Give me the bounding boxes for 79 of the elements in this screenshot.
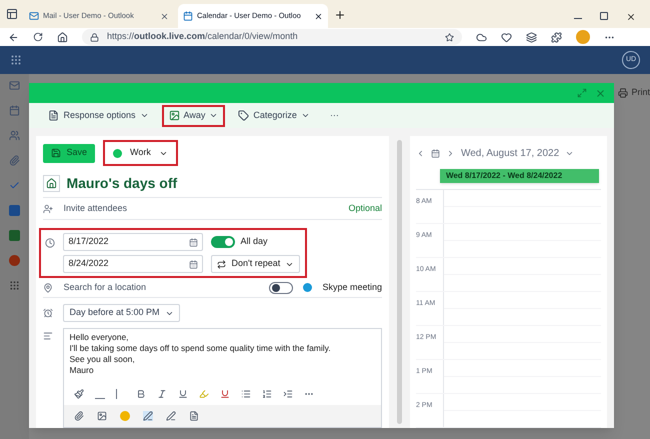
close-tab-icon[interactable] (314, 12, 323, 20)
numbering-icon[interactable] (262, 388, 272, 399)
sync-icon[interactable] (476, 32, 487, 42)
calendar-icon (189, 260, 198, 268)
optional-link[interactable]: Optional (348, 202, 382, 216)
calendar-icon (189, 238, 198, 246)
category-dropdown[interactable]: Work (103, 140, 178, 166)
attendees-icon (43, 204, 54, 214)
calendar-date: Wed, August 17, 2022 (460, 147, 560, 161)
all-day-toggle[interactable] (211, 236, 236, 248)
body-line: Mauro (69, 365, 95, 376)
toolbar-button[interactable]: Categorize (231, 104, 317, 126)
body-line: Hello everyone, (69, 332, 130, 343)
message-editor[interactable]: Hello everyone, I'll be taking some days off to spend some quality time with the family. See you all soon, Mauro (63, 328, 382, 428)
print-icon[interactable] (618, 88, 628, 98)
editor-icon[interactable] (143, 410, 154, 421)
reload-icon[interactable] (33, 32, 43, 42)
chevron-icon (300, 111, 310, 120)
chevron-icon (140, 111, 149, 120)
collections-icon[interactable] (526, 32, 537, 42)
toolbar-button[interactable]: Away (162, 104, 226, 126)
save-icon (51, 148, 62, 158)
reminder-dropdown[interactable]: Day before at 5:00 PM (63, 304, 180, 322)
date-field[interactable]: 8/24/2022 (63, 255, 204, 273)
all-day-label: All day (240, 235, 268, 248)
more-button[interactable]: ··· (322, 104, 346, 126)
favorite-icon[interactable] (445, 32, 454, 42)
calendar-picker-button[interactable] (43, 175, 60, 192)
italic-icon[interactable] (157, 388, 168, 399)
signature-icon[interactable] (166, 410, 176, 421)
landscape-icon (168, 110, 180, 121)
calendar-icon (183, 11, 193, 21)
clock-icon (45, 238, 56, 248)
back-icon[interactable] (8, 32, 19, 42)
date-field[interactable]: 8/17/2022 (63, 233, 204, 251)
location-field[interactable]: Search for a location (63, 280, 260, 294)
skype-label: Skype meeting (322, 280, 382, 294)
tab-actions-icon[interactable] (6, 8, 18, 20)
notes-icon (43, 331, 54, 341)
today-icon[interactable] (430, 149, 440, 158)
save-button[interactable]: Save (43, 144, 95, 162)
home-icon[interactable] (57, 32, 68, 42)
location-icon (43, 282, 54, 292)
home-icon (46, 178, 58, 189)
attendees-field[interactable]: Invite attendees (63, 202, 338, 216)
format-painter-icon[interactable] (74, 388, 84, 399)
underline-icon[interactable] (178, 388, 188, 399)
repeat-dropdown[interactable]: Don't repeat (211, 255, 300, 273)
lock-icon (90, 32, 99, 42)
address-bar[interactable]: https://outlook.live.com/calendar/0/view/month (82, 29, 462, 45)
toolbar-button[interactable]: Response options (41, 104, 156, 126)
extensions-icon[interactable] (551, 32, 562, 42)
app-launcher-icon[interactable] (10, 54, 22, 66)
repeat-icon (217, 260, 226, 268)
image-icon[interactable] (97, 410, 108, 421)
event-bar: Wed 8/17/2022 - Wed 8/24/2022 (440, 169, 599, 183)
tag-icon (238, 110, 250, 121)
body-line: See you all soon, (69, 354, 136, 365)
document-icon (48, 110, 60, 121)
print-link[interactable]: Print (631, 86, 650, 100)
reminder-icon (43, 308, 54, 318)
skype-toggle[interactable] (269, 282, 294, 294)
close-tab-icon[interactable] (160, 12, 169, 20)
font-color-icon[interactable] (220, 388, 230, 399)
bold-icon[interactable] (136, 388, 146, 399)
new-tab-icon[interactable] (334, 9, 346, 21)
favorites-icon[interactable] (501, 32, 512, 42)
template-icon[interactable] (189, 410, 200, 421)
chevron-icon (209, 111, 218, 120)
bullets-icon[interactable] (241, 388, 252, 399)
chevron-icon[interactable] (565, 149, 574, 158)
apps-icon[interactable] (9, 280, 20, 291)
skype-icon (303, 283, 312, 292)
mail-icon (29, 11, 39, 21)
event-title: Mauro's days off (66, 174, 178, 193)
body-line: I'll be taking some days off to spend some quality time with the family. (69, 343, 332, 354)
attach-icon[interactable] (74, 410, 84, 421)
url-text: https://outlook.live.com/calendar/0/view/month (107, 30, 299, 44)
indent-icon[interactable] (283, 388, 294, 399)
